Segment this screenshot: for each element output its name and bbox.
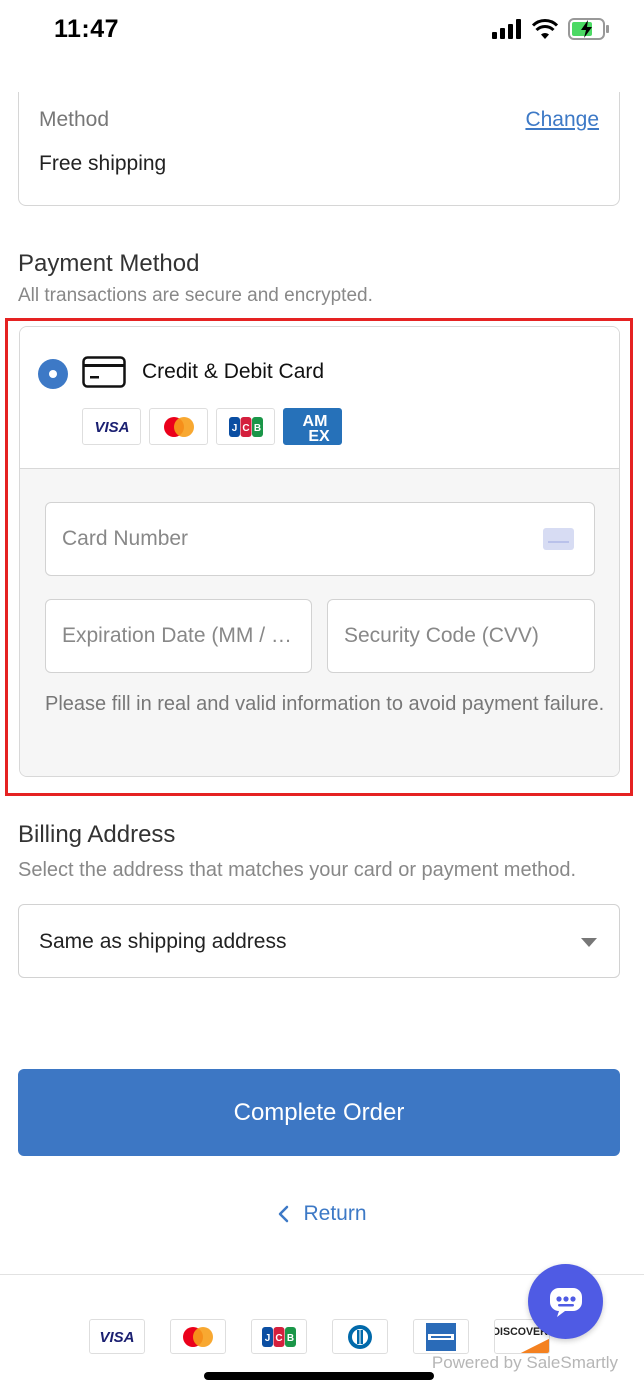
signal-icon [492,19,521,39]
svg-text:VISA: VISA [99,1329,134,1345]
status-bar: 11:47 [0,0,644,62]
footer-jcb-logo: J C B [251,1319,307,1354]
chevron-left-icon [279,1205,289,1223]
billing-address-select[interactable]: Same as shipping address [18,904,620,978]
billing-address-value: Same as shipping address [39,930,287,953]
caret-down-icon [581,938,597,947]
powered-by-text: Powered by SaleSmartly [431,1353,618,1372]
shipping-method-label: Method [39,108,110,131]
return-link[interactable]: Return [0,1202,644,1226]
footer-amex-logo [413,1319,469,1354]
battery-charging-icon [568,18,609,40]
billing-address-title: Billing Address [18,821,176,848]
billing-address-subtitle: Select the address that matches your car… [18,859,577,881]
footer-visa-logo: VISA [89,1319,145,1354]
status-icons [492,18,610,40]
status-time: 11:47 [54,15,120,43]
footer-mastercard-logo [170,1319,226,1354]
shipping-method-value: Free shipping [39,152,167,175]
shipping-method-box: Method Change Free shipping [18,92,620,206]
payment-method-title: Payment Method [18,250,200,277]
payment-method-subtitle: All transactions are secure and encrypte… [18,285,373,306]
change-shipping-link[interactable]: Change [525,108,599,132]
highlight-box [5,318,633,796]
chat-icon [549,1287,582,1317]
complete-order-button[interactable]: Complete Order [18,1069,620,1156]
home-indicator [204,1372,434,1380]
footer-diners-logo [332,1319,388,1354]
svg-text:B: B [287,1333,294,1344]
chat-widget-button[interactable] [528,1264,603,1339]
wifi-icon [532,19,558,39]
svg-text:C: C [275,1333,282,1344]
svg-text:J: J [265,1333,271,1344]
return-label: Return [303,1202,367,1225]
footer-brand-list: VISA J C B DISCOVER [89,1319,550,1354]
